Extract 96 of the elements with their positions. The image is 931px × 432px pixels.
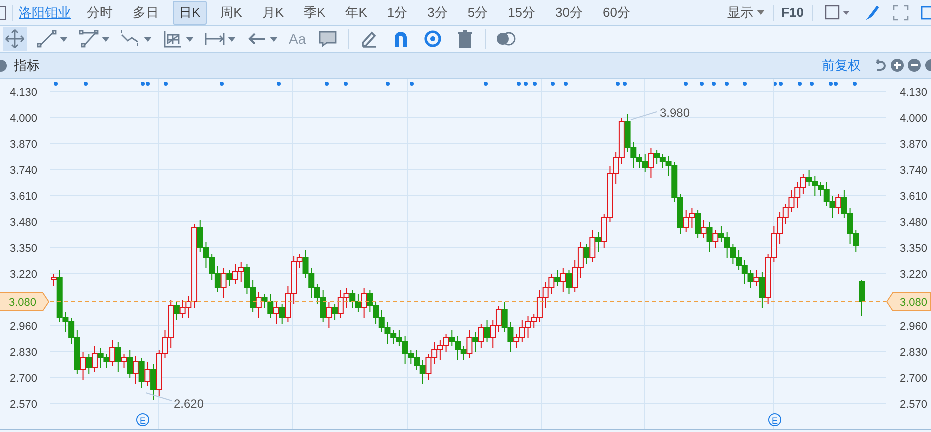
- event-marker[interactable]: E: [768, 414, 782, 426]
- candlestick: [759, 272, 766, 308]
- period-tab[interactable]: 日K: [173, 0, 207, 24]
- candlestick: [466, 330, 473, 358]
- zoom-in-icon[interactable]: [891, 59, 904, 72]
- square-dropdown-icon[interactable]: [825, 4, 851, 20]
- event-marker[interactable]: E: [136, 414, 150, 426]
- high-price-label: 3.980: [660, 106, 690, 120]
- candlestick: [859, 280, 865, 316]
- candlestick: [332, 304, 338, 320]
- candlestick: [700, 220, 707, 238]
- current-price-tag: 3.080: [886, 292, 931, 312]
- candlestick: [273, 302, 280, 324]
- axis-label: 3.610: [10, 191, 38, 203]
- period-tab[interactable]: 年K: [340, 0, 374, 24]
- f10-button[interactable]: F10: [780, 5, 806, 20]
- axis-label: 2.700: [900, 373, 928, 385]
- candlestick: [326, 302, 332, 328]
- period-tab[interactable]: 1分: [381, 0, 414, 24]
- candlestick: [115, 342, 122, 372]
- axis-label: 3.740: [900, 165, 928, 177]
- period-tab[interactable]: 月K: [256, 0, 290, 24]
- candlestick: [706, 222, 713, 252]
- axis-label: 3.350: [10, 243, 38, 255]
- candlestick: [584, 244, 590, 264]
- candlestick: [596, 232, 602, 252]
- candlestick: [226, 270, 233, 286]
- axis-label: 3.350: [900, 243, 928, 255]
- candlestick: [138, 358, 145, 388]
- axis-label: 2.830: [10, 347, 38, 359]
- candlestick: [478, 324, 484, 348]
- candlestick: [590, 230, 596, 262]
- leader-line: [630, 112, 658, 120]
- candlestick: [279, 304, 286, 324]
- period-tab[interactable]: 30分: [550, 0, 589, 24]
- display-menu-button[interactable]: 显示: [726, 4, 767, 22]
- candlestick: [566, 270, 572, 294]
- period-tab[interactable]: 分时: [81, 0, 119, 24]
- period-tab[interactable]: 季K: [298, 0, 332, 24]
- candlestick: [472, 332, 479, 352]
- candlestick: [80, 352, 86, 380]
- candlestick: [150, 364, 157, 400]
- candlestick: [484, 320, 490, 342]
- period-tab[interactable]: 15分: [502, 0, 542, 24]
- period-tab[interactable]: 多日: [127, 0, 165, 24]
- axis-label: 2.830: [900, 347, 928, 359]
- axis-label: 3.870: [900, 139, 928, 151]
- candlestick: [220, 268, 227, 298]
- stock-name-link[interactable]: 洛阳钼业: [19, 4, 71, 22]
- candlestick: [51, 274, 57, 286]
- axis-label: 2.960: [900, 321, 928, 333]
- axis-label: 4.000: [10, 113, 38, 125]
- zoom-out-icon[interactable]: [908, 59, 921, 72]
- candlestick: [361, 288, 368, 318]
- period-tab[interactable]: 周K: [214, 0, 248, 24]
- period-tab[interactable]: 60分: [597, 0, 636, 24]
- low-price-label: 2.620: [174, 397, 204, 411]
- axis-label: 3.870: [10, 139, 38, 151]
- axis-label: 2.570: [10, 399, 38, 411]
- candlestick: [127, 350, 134, 378]
- candlestick: [121, 354, 128, 368]
- candlestick: [256, 292, 262, 318]
- axis-label: 3.740: [10, 165, 38, 177]
- period-tab[interactable]: 3分: [422, 0, 454, 24]
- axis-label: 3.220: [10, 269, 38, 281]
- candlestick: [132, 356, 139, 384]
- candlestick: [695, 210, 702, 238]
- axis-label: 3.220: [900, 269, 928, 281]
- move-tool-icon[interactable]: [3, 27, 27, 51]
- current-price-tag: 3.080: [0, 292, 50, 312]
- axis-label: 4.130: [900, 87, 928, 99]
- axis-label: 4.130: [10, 87, 38, 99]
- candlestick: [560, 268, 566, 292]
- axis-label: 3.610: [900, 191, 928, 203]
- candlestick: [92, 346, 98, 372]
- axis-label: 2.570: [900, 399, 928, 411]
- candlestick: [86, 354, 92, 374]
- axis-label: 2.700: [10, 373, 38, 385]
- indicator-label[interactable]: 指标: [14, 56, 40, 74]
- candlestick: [144, 362, 151, 386]
- candlestick: [836, 194, 842, 214]
- candlestick: [754, 270, 760, 286]
- candlestick: [712, 230, 719, 248]
- axis-label: 3.480: [900, 217, 928, 229]
- candlestick: [110, 340, 116, 366]
- leader-line: [146, 392, 172, 402]
- candlestick: [648, 148, 654, 178]
- axis-label: 3.480: [10, 217, 38, 229]
- adjustment-link[interactable]: 前复权: [822, 56, 861, 74]
- fullscreen-icon[interactable]: [893, 4, 909, 20]
- period-tab[interactable]: 5分: [462, 0, 494, 24]
- candlestick: [174, 302, 180, 320]
- candlestick: [554, 270, 561, 286]
- axis-label: 4.000: [900, 113, 928, 125]
- axis-label: 2.960: [10, 321, 38, 333]
- caret-icon[interactable]: [756, 10, 765, 15]
